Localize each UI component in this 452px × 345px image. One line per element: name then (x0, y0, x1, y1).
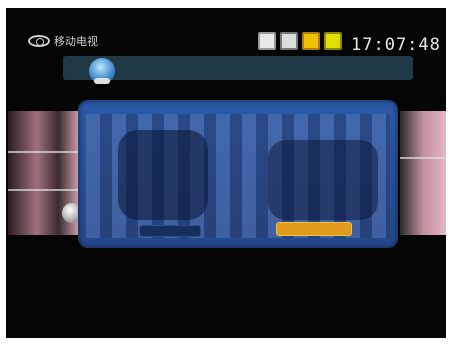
clock: 17:07:48 (351, 35, 441, 55)
panel-shade-right (268, 140, 378, 220)
status-icons (258, 32, 342, 50)
mail-alt-icon (324, 32, 342, 50)
logo-icon (28, 35, 50, 47)
lock-icon (280, 32, 298, 50)
channel-logo: 移动电视 (28, 33, 98, 49)
mail-icon (302, 32, 320, 50)
right-video-strip (400, 111, 446, 235)
confirm-button[interactable] (276, 222, 352, 236)
info-bar (63, 56, 413, 80)
cancel-button[interactable] (139, 225, 201, 237)
disc-icon (258, 32, 276, 50)
brand-label: 移动电视 (54, 35, 98, 48)
tv-screen: 移动电视 17:07:48 (6, 8, 446, 338)
panel-shade-left (118, 130, 208, 220)
bell-base (94, 78, 110, 84)
